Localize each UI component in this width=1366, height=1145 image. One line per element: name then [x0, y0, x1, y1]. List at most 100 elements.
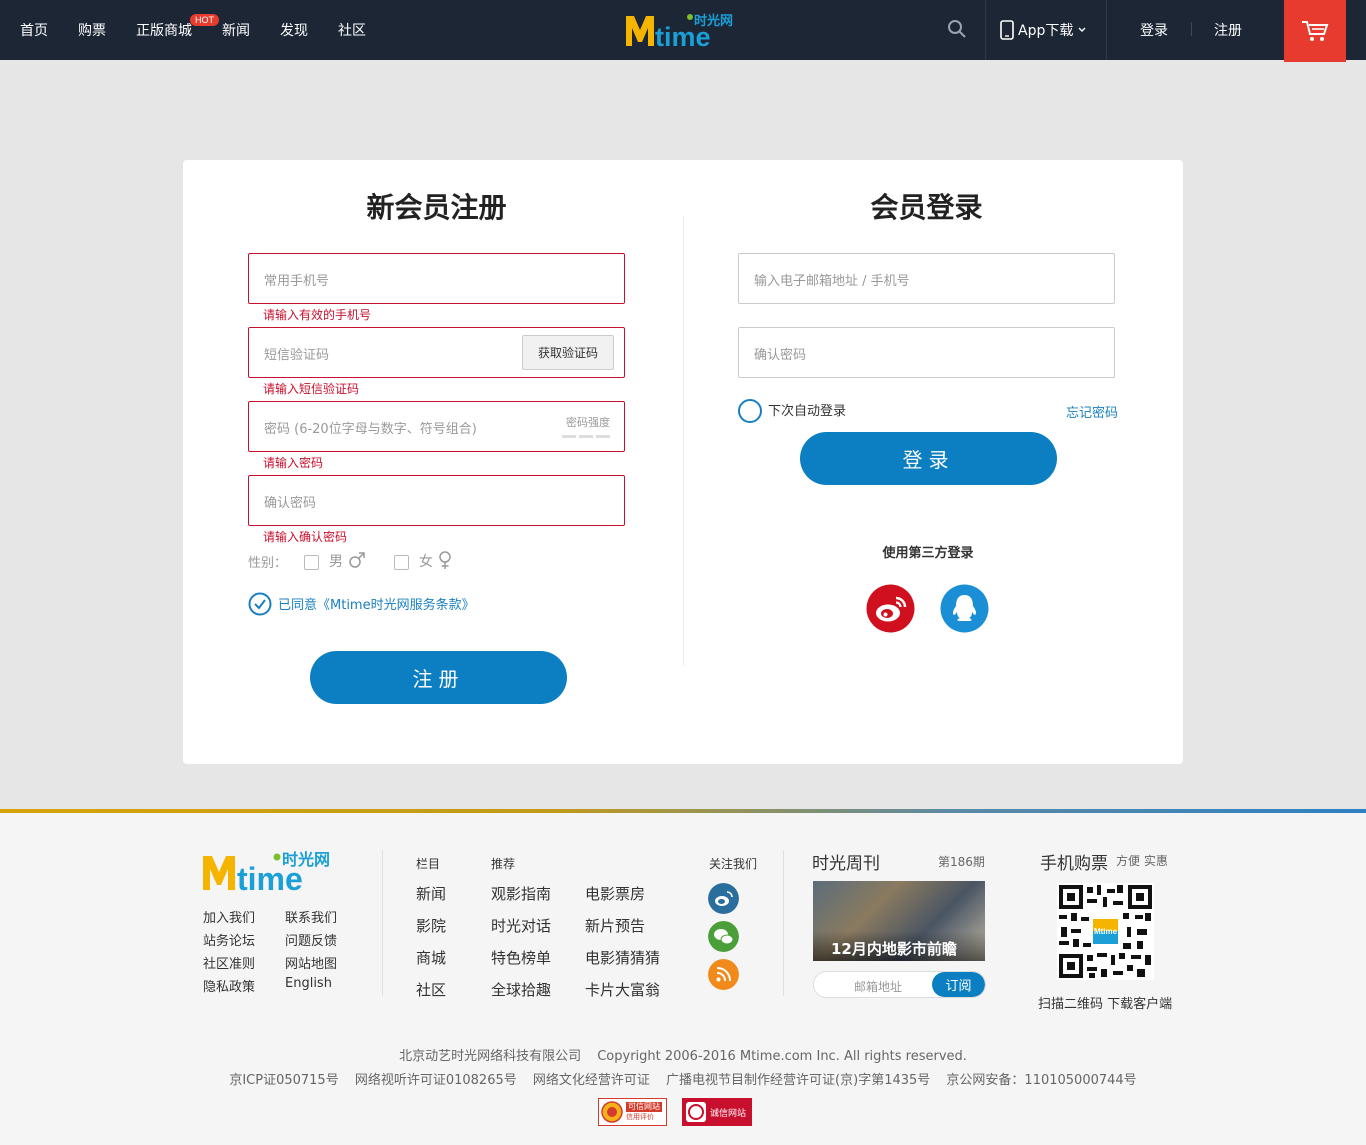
footer-link-rules[interactable]: 社区准则 [203, 953, 255, 972]
weekly-cover-image[interactable]: 12月内地影市前瞻 [813, 881, 985, 961]
password-strength: 密码强度 [562, 414, 610, 438]
nav-community[interactable]: 社区 [338, 20, 366, 40]
weekly-title: 时光周刊 [812, 854, 880, 874]
svg-text:时光网: 时光网 [282, 850, 330, 869]
license-police[interactable]: 京公网安备：110105000744号 [946, 1073, 1136, 1088]
cart-icon [1302, 21, 1329, 41]
footer-link-forum[interactable]: 站务论坛 [203, 930, 255, 949]
footer-rec-head: 推荐 [491, 857, 516, 871]
auto-login-radio[interactable] [738, 399, 762, 423]
svg-text:时光网: 时光网 [694, 13, 733, 29]
phone-field[interactable]: 常用手机号 [248, 253, 625, 304]
phone-error: 请输入有效的手机号 [263, 308, 372, 322]
footer-rec-card-game[interactable]: 卡片大富翁 [585, 979, 660, 1000]
credit-site-badge[interactable]: 诚信网站 [682, 1098, 752, 1126]
license-culture[interactable]: 网络文化经营许可证 [533, 1073, 650, 1088]
mobile-ticket-title: 手机购票 [1040, 854, 1108, 874]
terms-link[interactable]: 已同意《Mtime时光网服务条款》 [278, 594, 475, 613]
agree-check-icon[interactable] [248, 592, 272, 616]
weekly-banner-text: 12月内地影市前瞻 [831, 940, 957, 958]
footer-link-join[interactable]: 加入我们 [203, 907, 255, 926]
newsletter-email-input[interactable]: 邮箱地址 订阅 [813, 971, 986, 998]
forgot-password-link[interactable]: 忘记密码 [1066, 402, 1118, 421]
footer-link-contact[interactable]: 联系我们 [285, 907, 337, 926]
wechat-follow-icon[interactable] [708, 921, 739, 952]
footer-link-sitemap[interactable]: 网站地图 [285, 953, 337, 972]
credit-badge-text: 诚信网站 [710, 1108, 747, 1119]
subscribe-button[interactable]: 订阅 [932, 972, 985, 997]
login-title: 会员登录 [870, 191, 983, 224]
copyright-text: Copyright 2006-2016 Mtime.com Inc. All r… [597, 1049, 967, 1064]
footer-link-feedback[interactable]: 问题反馈 [285, 930, 337, 949]
male-label: 男 [329, 554, 343, 570]
login-password-placeholder: 确认密码 [754, 348, 807, 363]
female-label: 女 [419, 554, 433, 570]
account-placeholder: 输入电子邮箱地址 / 手机号 [754, 274, 910, 289]
cart-button[interactable] [1284, 0, 1346, 62]
trusted-seal-icon [601, 1101, 623, 1123]
footer-rec-dialog[interactable]: 时光对话 [491, 915, 551, 936]
password-field[interactable]: 密码 (6-20位字母与数字、符号组合) 密码强度 [248, 401, 625, 452]
license-icp[interactable]: 京ICP证050715号 [229, 1073, 338, 1088]
search-icon[interactable] [946, 18, 968, 40]
nav-home[interactable]: 首页 [20, 20, 48, 40]
qq-login-icon[interactable] [940, 584, 989, 633]
email-placeholder: 邮箱地址 [854, 980, 903, 994]
male-checkbox[interactable] [304, 555, 319, 570]
footer-rec-guide[interactable]: 观影指南 [491, 883, 551, 904]
weibo-follow-icon[interactable] [708, 883, 739, 914]
nav-mall[interactable]: 正版商城 [136, 20, 192, 40]
footer-rec-fun[interactable]: 全球拾趣 [491, 979, 551, 1000]
login-password-field[interactable]: 确认密码 [738, 327, 1115, 378]
footer-nav-community[interactable]: 社区 [416, 979, 446, 1000]
company-name: 北京动艺时光网络科技有限公司 [399, 1049, 582, 1064]
footer-mtime-logo[interactable]: time 时光网 [202, 848, 342, 892]
weekly-issue: 第186期 [938, 855, 985, 869]
header-login-link[interactable]: 登录 [1140, 20, 1168, 40]
footer-rec-guess[interactable]: 电影猜猜猜 [585, 947, 660, 968]
register-button[interactable]: 注册 [310, 651, 567, 704]
phone-placeholder: 常用手机号 [264, 274, 330, 289]
weibo-login-icon[interactable] [866, 584, 915, 633]
phone-icon [1000, 20, 1014, 40]
trusted-site-badge[interactable]: 可信网站 信用评价 [598, 1098, 667, 1126]
footer-col-head: 栏目 [416, 857, 441, 871]
footer-nav-news[interactable]: 新闻 [416, 883, 446, 904]
chevron-down-icon [1078, 27, 1086, 32]
third-party-title: 使用第三方登录 [882, 546, 974, 561]
sms-code-field[interactable]: 短信验证码 获取验证码 [248, 327, 625, 378]
qr-caption: 扫描二维码 下载客户端 [1038, 997, 1173, 1012]
get-code-button[interactable]: 获取验证码 [522, 335, 614, 370]
mtime-logo[interactable]: time 时光网 [624, 10, 744, 50]
trusted-badge-sub: 信用评价 [626, 1113, 654, 1121]
header-register-link[interactable]: 注册 [1214, 20, 1242, 40]
nav-news[interactable]: 新闻 [222, 20, 250, 40]
top-navbar: 首页 购票 正版商城 HOT 新闻 发现 社区 time 时光网 App下载 登… [0, 0, 1366, 62]
nav-discover[interactable]: 发现 [280, 20, 308, 40]
rss-follow-icon[interactable] [708, 959, 739, 990]
footer-nav-cinema[interactable]: 影院 [416, 915, 446, 936]
sms-error: 请输入短信验证码 [263, 382, 360, 396]
license-broadcast[interactable]: 广播电视节目制作经营许可证(京)字第1435号 [666, 1073, 930, 1088]
password-placeholder: 密码 (6-20位字母与数字、符号组合) [264, 422, 477, 437]
footer-nav-mall[interactable]: 商城 [416, 947, 446, 968]
account-field[interactable]: 输入电子邮箱地址 / 手机号 [738, 253, 1115, 304]
app-download-label: App下载 [1018, 23, 1074, 39]
license-line: 京ICP证050715号 网络视听许可证0108265号 网络文化经营许可证 广… [0, 1069, 1366, 1088]
license-av[interactable]: 网络视听许可证0108265号 [355, 1073, 517, 1088]
footer-rec-boxoffice[interactable]: 电影票房 [585, 883, 645, 904]
confirm-password-field[interactable]: 确认密码 [248, 475, 625, 526]
footer-rec-trailers[interactable]: 新片预告 [585, 915, 645, 936]
footer-link-privacy[interactable]: 隐私政策 [203, 976, 255, 995]
login-button[interactable]: 登录 [800, 432, 1057, 485]
female-checkbox[interactable] [394, 555, 409, 570]
confirm-placeholder: 确认密码 [264, 496, 317, 511]
svg-text:Mtime: Mtime [1094, 927, 1118, 936]
footer-link-english[interactable]: English [285, 976, 332, 991]
footer-rec-charts[interactable]: 特色榜单 [491, 947, 551, 968]
gender-label: 性别： [248, 556, 288, 571]
strength-label: 密码强度 [566, 416, 610, 429]
password-error: 请输入密码 [263, 456, 324, 470]
nav-tickets[interactable]: 购票 [78, 20, 106, 40]
app-download-dropdown[interactable]: App下载 [1000, 20, 1087, 40]
